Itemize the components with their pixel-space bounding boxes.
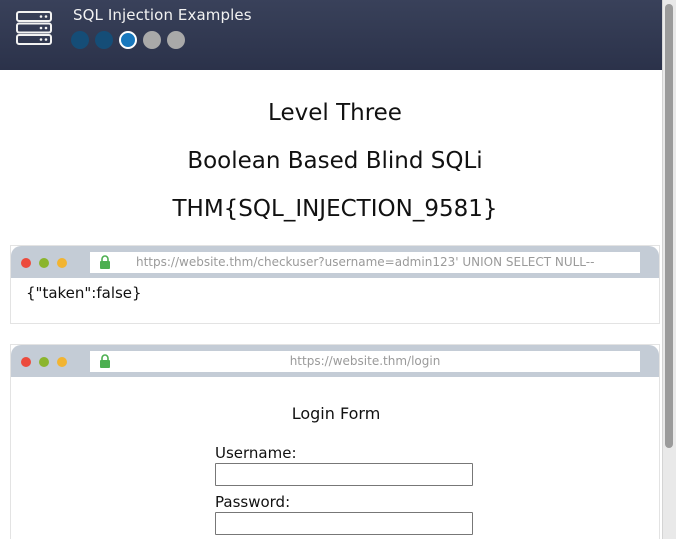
level-dot-1[interactable] — [71, 31, 89, 49]
minimize-dot-icon — [39, 357, 49, 367]
address-bar-url[interactable]: https://website.thm/login — [90, 351, 640, 372]
technique-title: Boolean Based Blind SQLi — [187, 148, 483, 174]
api-response: {"taken":false} — [26, 284, 142, 302]
address-bar-url[interactable]: https://website.thm/checkuser?username=a… — [136, 252, 594, 273]
password-label: Password: — [215, 493, 291, 511]
lock-icon — [100, 255, 110, 269]
server-rack-icon — [16, 11, 52, 45]
browser-titlebar: https://website.thm/login — [11, 345, 659, 377]
maximize-dot-icon — [57, 258, 67, 268]
close-dot-icon — [21, 258, 31, 268]
window-controls — [21, 357, 67, 367]
browser-titlebar: https://website.thm/checkuser?username=a… — [11, 246, 659, 278]
close-dot-icon — [21, 357, 31, 367]
username-input[interactable] — [215, 463, 473, 486]
level-title: Level Three — [268, 100, 402, 126]
address-bar[interactable]: https://website.thm/login — [90, 351, 640, 372]
browser-window-login: https://website.thm/login Login Form Use… — [10, 344, 660, 539]
flag-text: THM{SQL_INJECTION_9581} — [172, 196, 498, 222]
scrollbar-thumb[interactable] — [665, 4, 673, 448]
window-controls — [21, 258, 67, 268]
level-dot-3-current[interactable] — [119, 31, 137, 49]
level-dot-5[interactable] — [167, 31, 185, 49]
login-form-title: Login Form — [291, 404, 381, 423]
level-progress — [71, 31, 185, 49]
app-title: SQL Injection Examples — [73, 6, 252, 24]
maximize-dot-icon — [57, 357, 67, 367]
username-label: Username: — [215, 444, 297, 462]
password-input[interactable] — [215, 512, 473, 535]
browser-window-checkuser: https://website.thm/checkuser?username=a… — [10, 245, 660, 324]
level-dot-2[interactable] — [95, 31, 113, 49]
app-header: SQL Injection Examples — [0, 0, 662, 70]
minimize-dot-icon — [39, 258, 49, 268]
address-bar[interactable]: https://website.thm/checkuser?username=a… — [90, 252, 640, 273]
level-dot-4[interactable] — [143, 31, 161, 49]
